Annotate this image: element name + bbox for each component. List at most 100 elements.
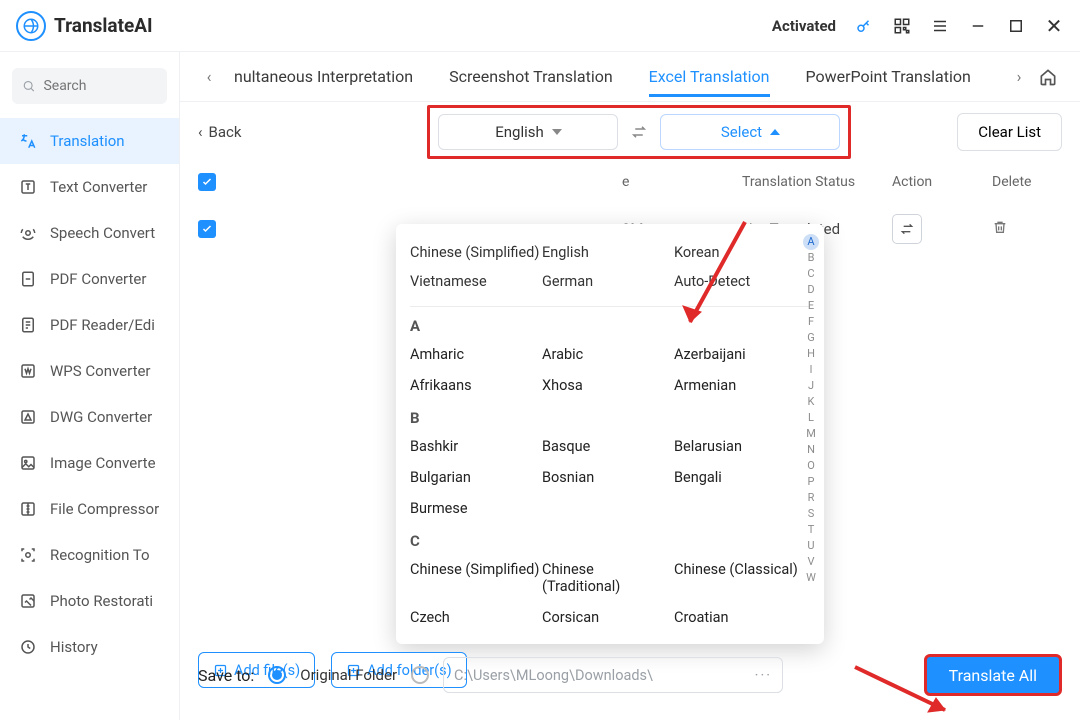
lang-option[interactable]: Czech <box>410 602 542 633</box>
activated-label: Activated <box>772 17 836 35</box>
alpha-letter[interactable]: T <box>808 522 815 538</box>
lang-option[interactable]: Croatian <box>674 602 806 633</box>
back-button[interactable]: ‹ Back <box>198 123 241 141</box>
close-icon[interactable]: ✕ <box>1044 16 1064 36</box>
ocr-icon <box>18 545 38 565</box>
search-input[interactable] <box>43 78 157 94</box>
sidebar-item-label: DWG Converter <box>50 408 152 426</box>
alpha-letter[interactable]: H <box>807 346 815 362</box>
maximize-icon[interactable] <box>1006 16 1026 36</box>
alpha-letter[interactable]: N <box>807 442 815 458</box>
target-language-select[interactable]: Select <box>660 114 840 150</box>
swap-languages-icon[interactable] <box>630 123 648 141</box>
alpha-letter[interactable]: C <box>807 266 814 282</box>
tab-simultaneous-interpretation[interactable]: nultaneous Interpretation <box>234 57 413 97</box>
sidebar-item-image-converter[interactable]: Image Converte <box>0 440 179 486</box>
brand: TranslateAI <box>16 11 153 41</box>
alpha-letter[interactable]: P <box>808 474 815 490</box>
row-action-icon[interactable] <box>892 214 922 244</box>
row-checkbox[interactable] <box>198 220 216 238</box>
alpha-letter[interactable]: L <box>808 410 814 426</box>
sidebar-item-photo-restoration[interactable]: Photo Restorati <box>0 578 179 624</box>
alpha-letter[interactable]: U <box>807 538 814 554</box>
alpha-letter[interactable]: E <box>808 298 814 314</box>
sidebar-item-translation[interactable]: Translation <box>0 118 179 164</box>
lang-option[interactable]: Vietnamese <box>410 267 542 296</box>
tabs-prev-icon[interactable]: ‹ <box>198 66 220 88</box>
original-folder-label: Original Folder <box>300 666 397 684</box>
source-language-select[interactable]: English <box>438 114 618 150</box>
lang-option[interactable]: Armenian <box>674 370 806 401</box>
image-icon <box>18 453 38 473</box>
brand-name: TranslateAI <box>54 14 153 37</box>
lang-option[interactable]: Bulgarian <box>410 462 542 493</box>
lang-option[interactable]: Chinese (Traditional) <box>542 554 674 602</box>
sidebar-item-speech-convert[interactable]: Speech Convert <box>0 210 179 256</box>
lang-option[interactable]: Basque <box>542 431 674 462</box>
tabs-next-icon[interactable]: › <box>1008 66 1030 88</box>
qr-icon[interactable] <box>892 16 912 36</box>
lang-option[interactable]: Corsican <box>542 602 674 633</box>
col-status-header: Translation Status <box>742 174 892 190</box>
lang-option[interactable]: Bengali <box>674 462 806 493</box>
sidebar-item-text-converter[interactable]: Text Converter <box>0 164 179 210</box>
browse-path-button[interactable]: ··· <box>755 667 772 684</box>
lang-option[interactable]: English <box>542 238 674 267</box>
group-letter: B <box>410 409 810 427</box>
alpha-letter[interactable]: K <box>808 394 815 410</box>
lang-option[interactable]: Afrikaans <box>410 370 542 401</box>
search-icon <box>22 78 35 94</box>
clear-list-button[interactable]: Clear List <box>957 113 1062 151</box>
lang-option[interactable]: Chinese (Simplified) <box>410 238 542 267</box>
lang-option[interactable]: Azerbaijani <box>674 339 806 370</box>
home-icon[interactable] <box>1034 63 1062 91</box>
key-icon[interactable] <box>854 16 874 36</box>
search-box[interactable] <box>12 68 167 104</box>
tab-excel-translation[interactable]: Excel Translation <box>649 57 770 97</box>
annotation-arrow-2 <box>850 662 960 722</box>
alpha-letter[interactable]: D <box>807 282 814 298</box>
select-all-checkbox[interactable] <box>198 173 216 191</box>
tab-screenshot-translation[interactable]: Screenshot Translation <box>449 57 613 97</box>
lang-option[interactable]: Amharic <box>410 339 542 370</box>
lang-option[interactable]: Arabic <box>542 339 674 370</box>
sidebar-item-recognition[interactable]: Recognition To <box>0 532 179 578</box>
lang-option[interactable]: Burmese <box>410 493 542 524</box>
lang-option[interactable]: Xhosa <box>542 370 674 401</box>
alpha-letter[interactable]: J <box>808 378 814 394</box>
sidebar-item-label: WPS Converter <box>50 362 151 380</box>
lang-option[interactable]: Chinese (Simplified) <box>410 554 542 602</box>
original-folder-radio[interactable] <box>268 666 286 684</box>
sidebar-item-dwg-converter[interactable]: DWG Converter <box>0 394 179 440</box>
sidebar-item-wps-converter[interactable]: WPS Converter <box>0 348 179 394</box>
alpha-letter[interactable]: F <box>808 314 814 330</box>
alpha-letter[interactable]: I <box>810 362 813 378</box>
alpha-letter[interactable]: V <box>807 554 814 570</box>
custom-path-radio[interactable] <box>411 666 429 684</box>
lang-option[interactable]: Bosnian <box>542 462 674 493</box>
alpha-letter[interactable]: M <box>806 426 816 442</box>
sidebar-item-label: Recognition To <box>50 546 150 564</box>
alpha-letter[interactable]: B <box>808 250 815 266</box>
minimize-icon[interactable] <box>968 16 988 36</box>
alpha-letter[interactable]: R <box>808 490 815 506</box>
speech-icon <box>18 223 38 243</box>
lang-option[interactable]: German <box>542 267 674 296</box>
tab-powerpoint-translation[interactable]: PowerPoint Translation <box>806 57 971 97</box>
alpha-letter[interactable]: W <box>806 570 816 586</box>
save-to-label: Save to: <box>198 666 254 685</box>
sidebar-item-pdf-reader[interactable]: PDF Reader/Edi <box>0 302 179 348</box>
sidebar-item-file-compressor[interactable]: File Compressor <box>0 486 179 532</box>
pdf-icon <box>18 269 38 289</box>
lang-option[interactable]: Bashkir <box>410 431 542 462</box>
sidebar-item-history[interactable]: History <box>0 624 179 670</box>
sidebar-item-pdf-converter[interactable]: PDF Converter <box>0 256 179 302</box>
menu-icon[interactable] <box>930 16 950 36</box>
alpha-letter[interactable]: G <box>807 330 815 346</box>
alpha-letter[interactable]: S <box>808 506 815 522</box>
alpha-letter[interactable]: O <box>807 458 815 474</box>
lang-option[interactable]: Chinese (Classical) <box>674 554 806 602</box>
lang-option[interactable]: Belarusian <box>674 431 806 462</box>
row-delete-icon[interactable] <box>992 221 1008 239</box>
alpha-letter[interactable]: A <box>803 234 819 250</box>
